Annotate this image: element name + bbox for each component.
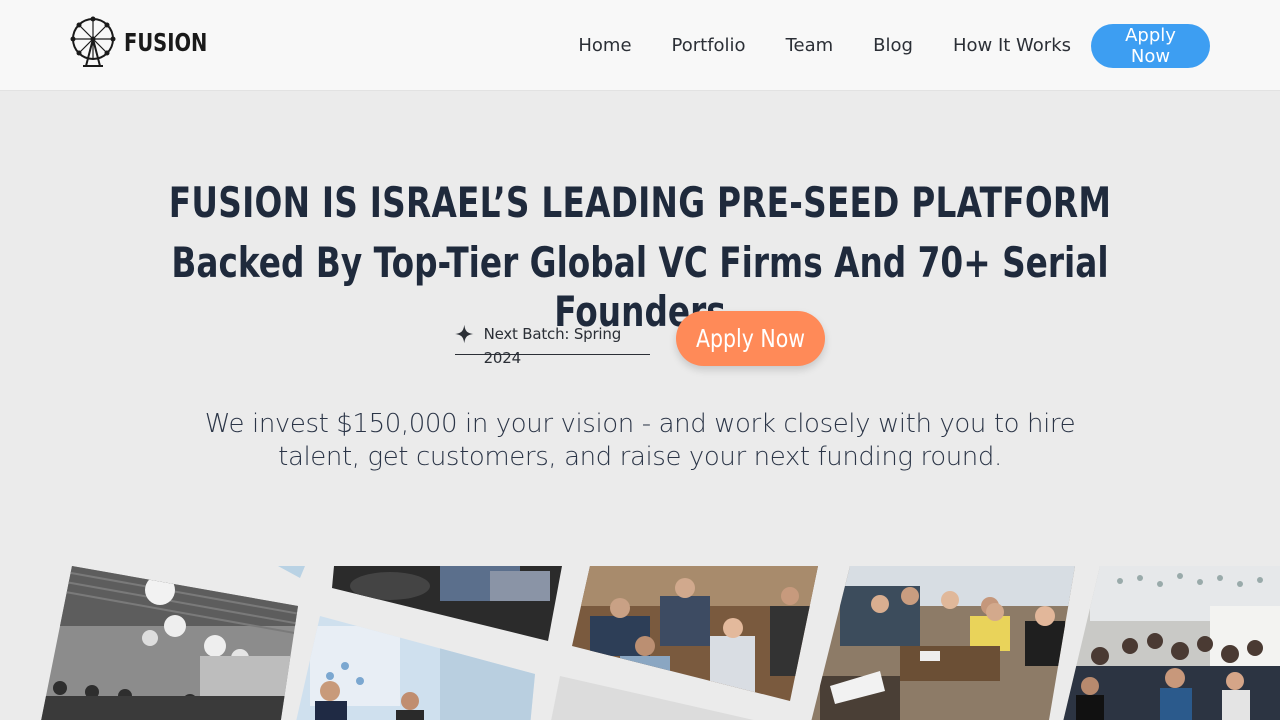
header-apply-button[interactable]: Apply Now [1091, 24, 1210, 68]
nav-home[interactable]: Home [578, 24, 631, 68]
logo-text: FUSION [124, 27, 208, 57]
nav-portfolio[interactable]: Portfolio [672, 24, 746, 68]
panel-event-photo [290, 566, 565, 720]
sparkle-icon [455, 324, 474, 344]
conference-room-photo [40, 566, 305, 720]
logo[interactable]: FUSION [70, 16, 231, 68]
crowd-event-photo [1060, 566, 1280, 720]
hero-apply-button[interactable]: Apply Now [676, 311, 825, 366]
hero-description: We invest $150,000 in your vision - and … [204, 409, 1076, 472]
lounge-discussion-photo [810, 566, 1090, 720]
nav-how-it-works[interactable]: How It Works [953, 24, 1071, 68]
next-batch-label: Next Batch: Spring 2024 [455, 322, 650, 367]
site-header: FUSION Home Portfolio Team Blog How It W… [0, 0, 1280, 91]
nav-team[interactable]: Team [786, 24, 834, 68]
next-batch-text: Next Batch: Spring 2024 [483, 325, 622, 367]
photo-gallery [0, 566, 1280, 720]
team-meeting-photo [550, 566, 830, 720]
ferris-wheel-icon [70, 16, 116, 67]
hero-title: FUSION IS ISRAEL’S LEADING PRE-SEED PLAT… [168, 178, 1112, 227]
hero-apply-label: Apply Now [695, 324, 806, 353]
nav-blog[interactable]: Blog [873, 24, 913, 68]
main-nav: Home Portfolio Team Blog How It Works Ap… [578, 24, 1210, 68]
